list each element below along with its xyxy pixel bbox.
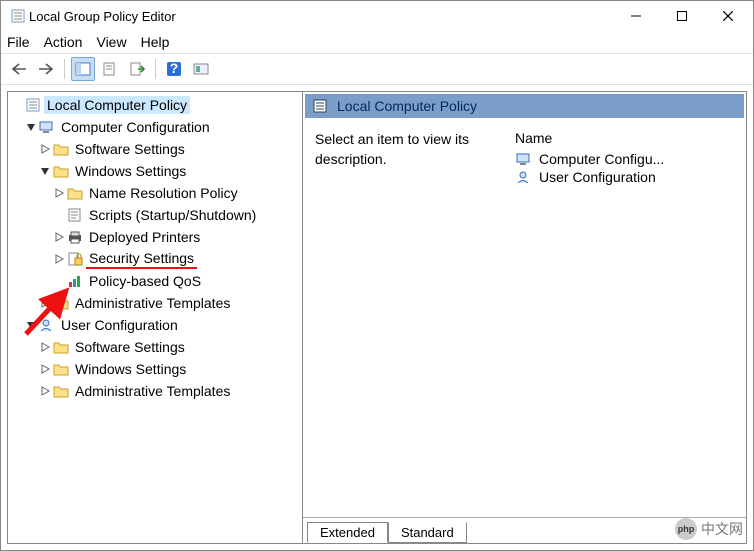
user-icon <box>515 169 533 185</box>
tree-item-local-computer-policy[interactable]: Local Computer Policy <box>10 94 300 116</box>
expand-collapse-icon[interactable] <box>24 320 38 330</box>
detail-header: Local Computer Policy <box>305 94 744 118</box>
folder-icon <box>66 185 84 201</box>
list-item[interactable]: Computer Configu... <box>515 150 734 168</box>
tree-item-software-settings[interactable]: Software Settings <box>10 138 300 160</box>
svg-text:?: ? <box>170 61 179 76</box>
column-header-name[interactable]: Name <box>515 130 734 146</box>
tree-item-label: Deployed Printers <box>86 228 203 246</box>
tree-item-label: Software Settings <box>72 338 188 356</box>
folder-icon <box>52 163 70 179</box>
export-button[interactable] <box>125 57 149 81</box>
tree-item-windows-settings[interactable]: Windows Settings <box>10 358 300 380</box>
window-title: Local Group Policy Editor <box>29 9 613 24</box>
detail-list: Name Computer Configu... User Configurati… <box>515 130 734 507</box>
detail-pane: Local Computer Policy Select an item to … <box>303 91 747 544</box>
expand-collapse-icon[interactable] <box>38 386 52 396</box>
minimize-button[interactable] <box>613 1 659 31</box>
tree-item-label: Administrative Templates <box>72 294 233 312</box>
tree-item-label: Policy-based QoS <box>86 272 204 290</box>
tree-item-label: Software Settings <box>72 140 188 158</box>
forward-button[interactable] <box>34 57 58 81</box>
computer-icon <box>38 119 56 135</box>
local-group-policy-editor-window: Local Group Policy Editor File Action Vi… <box>0 0 754 551</box>
menu-action[interactable]: Action <box>44 34 83 50</box>
content-area: Local Computer Policy Computer Configurat… <box>1 85 753 550</box>
policy-icon <box>24 97 42 113</box>
show-hide-tree-button[interactable] <box>71 57 95 81</box>
tree-item-label: Scripts (Startup/Shutdown) <box>86 206 259 224</box>
detail-header-title: Local Computer Policy <box>337 98 477 114</box>
tree-item-software-settings[interactable]: Software Settings <box>10 336 300 358</box>
watermark: php 中文网 <box>675 518 743 540</box>
tree-item-scripts-startup-shutdown-[interactable]: Scripts (Startup/Shutdown) <box>10 204 300 226</box>
folder-icon <box>52 295 70 311</box>
expand-collapse-icon[interactable] <box>38 364 52 374</box>
tree-pane[interactable]: Local Computer Policy Computer Configurat… <box>7 91 303 544</box>
security-icon <box>66 251 84 267</box>
tree-item-label: Windows Settings <box>72 360 189 378</box>
tree-item-label: Security Settings <box>86 249 197 269</box>
expand-collapse-icon[interactable] <box>38 144 52 154</box>
toolbar: ? <box>1 53 753 85</box>
tree-item-label: Computer Configuration <box>58 118 213 136</box>
list-item-label: User Configuration <box>539 169 656 185</box>
policy-icon <box>311 98 329 114</box>
menu-view[interactable]: View <box>96 34 126 50</box>
tree-item-label: Administrative Templates <box>72 382 233 400</box>
tree-item-label: Local Computer Policy <box>44 96 190 114</box>
tree-item-computer-configuration[interactable]: Computer Configuration <box>10 116 300 138</box>
tree-item-security-settings[interactable]: Security Settings <box>10 248 300 270</box>
folder-icon <box>52 383 70 399</box>
watermark-text: 中文网 <box>701 519 743 539</box>
menubar: File Action View Help <box>1 31 753 53</box>
detail-body: Select an item to view its description. … <box>303 120 746 517</box>
computer-icon <box>515 151 533 167</box>
folder-icon <box>52 361 70 377</box>
menu-help[interactable]: Help <box>141 34 170 50</box>
tree-item-label: User Configuration <box>58 316 181 334</box>
expand-collapse-icon[interactable] <box>52 254 66 264</box>
tab-extended[interactable]: Extended <box>307 522 388 543</box>
folder-icon <box>52 141 70 157</box>
expand-collapse-icon[interactable] <box>38 342 52 352</box>
properties-button[interactable] <box>98 57 122 81</box>
script-icon <box>66 207 84 223</box>
toolbar-separator <box>64 59 65 79</box>
tree-item-deployed-printers[interactable]: Deployed Printers <box>10 226 300 248</box>
maximize-button[interactable] <box>659 1 705 31</box>
tree-item-user-configuration[interactable]: User Configuration <box>10 314 300 336</box>
user-icon <box>38 317 56 333</box>
toolbar-separator <box>155 59 156 79</box>
expand-collapse-icon[interactable] <box>38 298 52 308</box>
titlebar: Local Group Policy Editor <box>1 1 753 31</box>
tree-item-administrative-templates[interactable]: Administrative Templates <box>10 292 300 314</box>
list-item[interactable]: User Configuration <box>515 168 734 186</box>
folder-icon <box>52 339 70 355</box>
php-logo-icon: php <box>675 518 697 540</box>
list-item-label: Computer Configu... <box>539 151 664 167</box>
tree-item-name-resolution-policy[interactable]: Name Resolution Policy <box>10 182 300 204</box>
tab-standard[interactable]: Standard <box>388 522 467 543</box>
tree-item-label: Name Resolution Policy <box>86 184 241 202</box>
menu-file[interactable]: File <box>7 34 30 50</box>
filter-button[interactable] <box>189 57 213 81</box>
tree-item-administrative-templates[interactable]: Administrative Templates <box>10 380 300 402</box>
back-button[interactable] <box>7 57 31 81</box>
expand-collapse-icon[interactable] <box>24 122 38 132</box>
tree-item-policy-based-qos[interactable]: Policy-based QoS <box>10 270 300 292</box>
detail-description: Select an item to view its description. <box>315 130 505 507</box>
app-icon <box>9 8 27 24</box>
expand-collapse-icon[interactable] <box>38 166 52 176</box>
help-button[interactable]: ? <box>162 57 186 81</box>
expand-collapse-icon[interactable] <box>52 232 66 242</box>
tree-item-label: Windows Settings <box>72 162 189 180</box>
tree-item-windows-settings[interactable]: Windows Settings <box>10 160 300 182</box>
printer-icon <box>66 229 84 245</box>
qos-icon <box>66 273 84 289</box>
close-button[interactable] <box>705 1 751 31</box>
expand-collapse-icon[interactable] <box>52 188 66 198</box>
